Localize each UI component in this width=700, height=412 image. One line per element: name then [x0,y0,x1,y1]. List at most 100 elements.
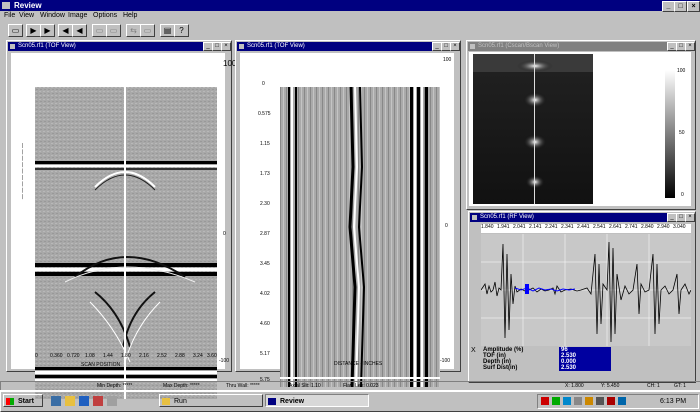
status-min-depth: Min Depth: ***** [97,383,133,389]
close-icon[interactable]: × [685,213,695,222]
menu-file[interactable]: File [4,12,15,19]
ruler-tick: 3.040 [673,224,686,230]
clock: 6:13 PM [660,398,687,405]
window-icon [472,215,477,220]
app-title-bar: Review _ □ × [0,0,700,12]
status-flaw-len: Flaw Len: 0.023 [343,383,379,389]
step-forward-icon[interactable]: ▶ [40,24,55,37]
taskbar-run[interactable]: Run [159,394,263,407]
ruler-tick: 2.141 [529,224,542,230]
status-axial-slit: Axial Slit: 1.10 [289,383,321,389]
window-title: Scn05.rf1 (Cscan/Bscan View) [478,43,560,49]
y-tick-top: 100 [443,57,452,63]
tool-icon[interactable] [107,396,117,406]
print-icon[interactable]: ▤ [160,24,175,37]
ruler-tick: 1.941 [497,224,510,230]
disabled-tool-2-icon[interactable]: ▭ [106,24,121,37]
tof-view-window-1: Scn05.rf1 (TOF View) _ □ × — — — — — — — [6,40,236,399]
y-axis: 0 0.575 1.15 1.73 2.30 2.87 3.45 4.02 4.… [258,81,278,383]
x-tick: 3.24 [193,353,203,359]
menu-options[interactable]: Options [93,12,117,19]
cscan-image[interactable] [473,54,593,204]
play-icon[interactable]: ▶ [26,24,41,37]
window-icon [239,44,244,49]
start-label: Start [18,398,34,405]
rewind-icon[interactable]: ◀ [72,24,87,37]
system-tray: 6:13 PM [537,394,699,409]
taskbar-review[interactable]: Review [265,394,369,407]
task-label: Run [174,398,187,405]
ruler-tick: 1.840 [481,224,494,230]
desktop-icon[interactable] [79,396,89,406]
tray-icon[interactable] [585,397,593,405]
y-tick: 2.30 [260,201,270,207]
disabled-tool-1-icon[interactable]: ▭ [92,24,107,37]
tray-icon[interactable] [607,397,615,405]
rf-readout-table: Amplitude (%) 96 TOF (in) 2.530 Depth (i… [481,347,611,371]
x-tick: 0.360 [50,353,63,359]
ruler-tick: 2.641 [609,224,622,230]
app-icon [2,2,10,9]
ruler-tick: 2.241 [545,224,558,230]
ruler-tick: 2.041 [513,224,526,230]
close-icon[interactable]: × [450,42,460,51]
tray-icon[interactable] [552,397,560,405]
tray-icon[interactable] [541,397,549,405]
rf-waveform[interactable] [481,234,691,346]
ruler-tick: 2.541 [593,224,606,230]
y-tick-bottom: -100 [440,358,451,364]
menu-image[interactable]: Image [68,12,87,19]
scale-tick: 50 [679,130,685,136]
menu-help[interactable]: Help [123,12,137,19]
y-tick: 1.15 [260,141,270,147]
window-icon [470,44,475,49]
rf-view-window: Scn05.rf1 (RF View) _ □ × 1.840 1.941 2.… [468,211,696,383]
x-tick: 1.80 [121,353,131,359]
taskbar: Start Run Review 6:13 PM [0,390,700,412]
ruler-tick: 2.741 [625,224,638,230]
close-icon[interactable]: × [221,42,231,51]
status-gt: GT: 1 [674,383,686,389]
app-icon[interactable] [93,396,103,406]
status-thru-wall: Thru Wall: ***** [226,383,260,389]
y-tick-bottom: -100 [219,358,230,364]
y-tick: 4.60 [260,321,270,327]
open-icon[interactable]: ▭ [8,24,23,37]
tof-image[interactable] [280,87,440,387]
outlook-icon[interactable] [65,396,75,406]
disabled-tool-3-icon[interactable]: ⇆ [126,24,141,37]
x-axis-label: DISTANCE - INCHES [334,361,383,367]
menu-window[interactable]: Window [40,12,65,19]
y-tick: 0 [262,81,265,87]
y-tick: 0.575 [258,111,271,117]
x-tick: 0.720 [67,353,80,359]
folder-icon [162,398,170,405]
ie-icon[interactable] [51,396,61,406]
x-tick: 2.16 [139,353,149,359]
speaker-icon[interactable] [618,397,626,405]
tray-icon[interactable] [563,397,571,405]
y-tick: 2.87 [260,231,270,237]
help-icon[interactable]: ? [174,24,189,37]
disabled-tool-4-icon[interactable]: ▭ [140,24,155,37]
tray-icon[interactable] [574,397,582,405]
scale-tick: 0 [681,192,684,198]
close-icon[interactable]: × [685,42,695,51]
tray-icon[interactable] [596,397,604,405]
task-label: Review [280,398,305,405]
window-title: Scn05.rf1 (RF View) [480,214,534,220]
x-tick: 3.60 [207,353,217,359]
status-y: Y: 5.450 [601,383,620,389]
menu-view[interactable]: View [19,12,34,19]
rf-ruler: 1.840 1.941 2.041 2.141 2.241 2.341 2.44… [481,224,691,233]
x-axis: 0 0.360 0.720 1.08 1.44 1.80 2.16 2.52 2… [35,353,217,361]
ruler-tick: 2.840 [641,224,654,230]
start-button[interactable]: Start [3,394,43,407]
step-back-icon[interactable]: ◀ [58,24,73,37]
y-tick: 1.73 [260,171,270,177]
toolbar: ▭ ▶ ▶ ◀ ◀ ▭ ▭ ⇆ ▭ ▤ ? [0,22,700,38]
x-tick: 1.44 [103,353,113,359]
y-tick: 3.45 [260,261,270,267]
ruler-tick: 2.341 [561,224,574,230]
rf-close-marker[interactable]: X [471,347,481,381]
